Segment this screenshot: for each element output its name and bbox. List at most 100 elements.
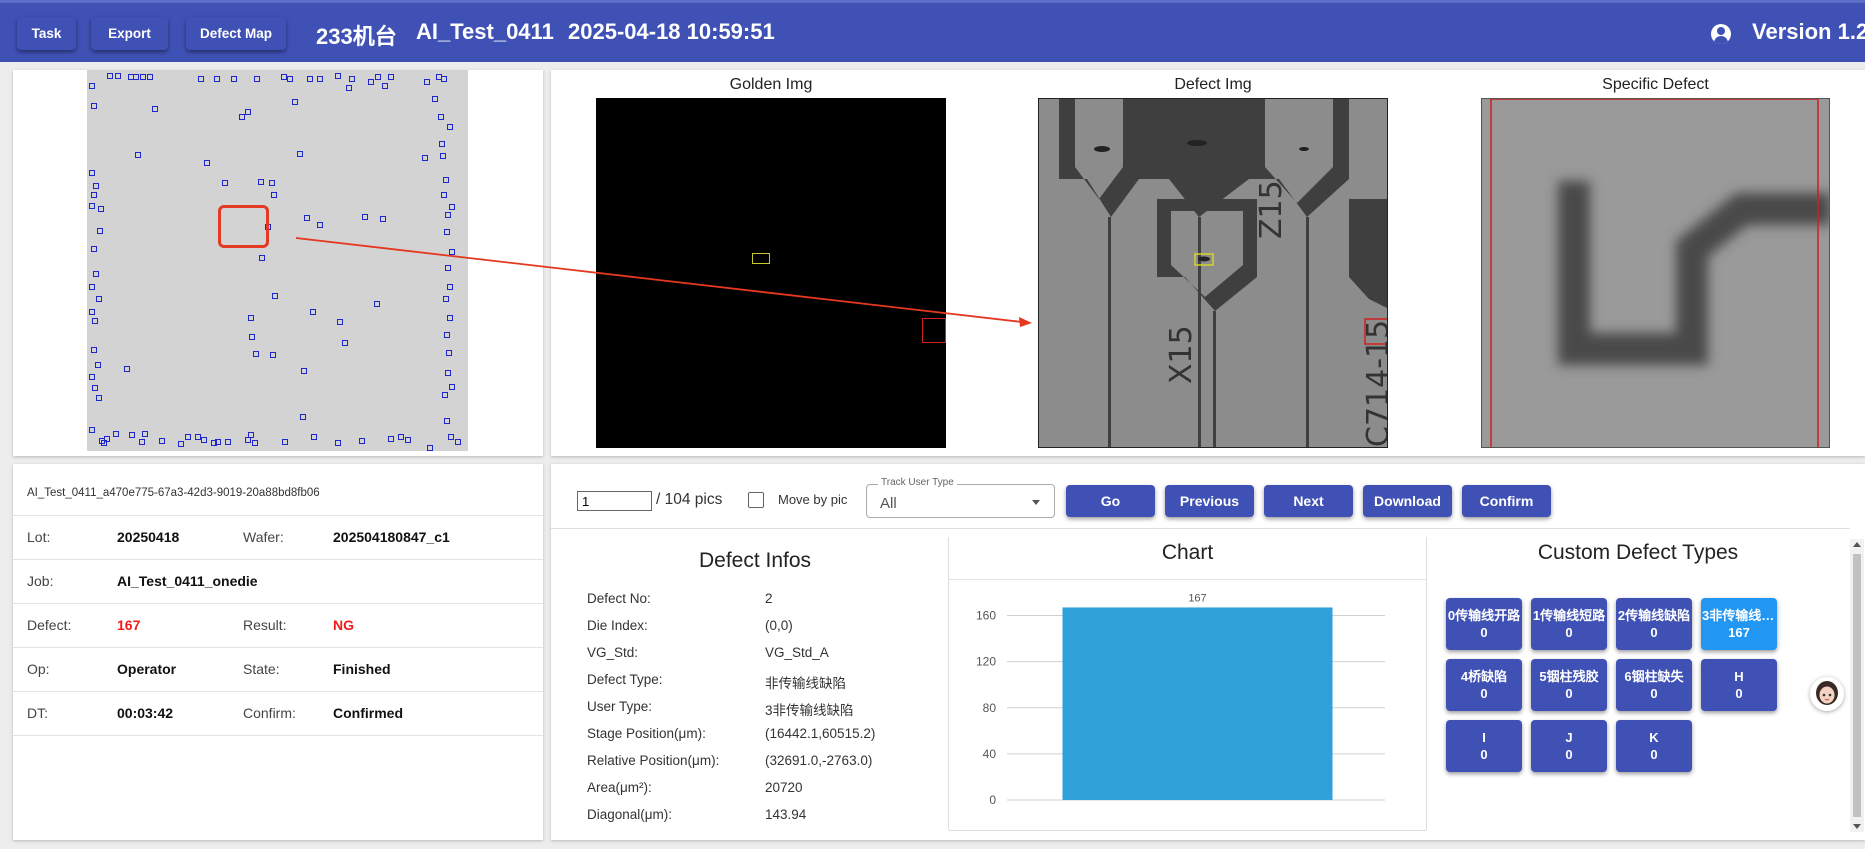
custom-type-count: 0 (1650, 686, 1658, 701)
download-button[interactable]: Download (1363, 485, 1452, 517)
defect-no-label: Defect No: (587, 591, 651, 606)
custom-type-count: 0 (1565, 747, 1573, 762)
wafer-info-card (13, 464, 543, 840)
assistant-avatar[interactable] (1810, 677, 1844, 711)
custom-type-name: 6铟柱缺失 (1624, 669, 1684, 684)
next-button[interactable]: Next (1264, 485, 1353, 517)
vg-std-value: VG_Std_A (765, 645, 829, 660)
total-pics-label: / 104 pics (656, 491, 723, 508)
custom-type-count: 0 (1735, 686, 1743, 701)
custom-type-name: 0传输线开路 (1447, 608, 1521, 623)
custom-type-button[interactable]: 2传输线缺陷 0 (1616, 598, 1692, 650)
custom-type-button[interactable]: 6铟柱缺失 0 (1616, 659, 1692, 711)
y-tick-label: 160 (976, 609, 996, 623)
custom-defect-types-title: Custom Defect Types (1537, 541, 1739, 564)
relative-position-label: Relative Position(μm): (587, 753, 720, 768)
previous-button[interactable]: Previous (1165, 485, 1254, 517)
operator-value: Operator (117, 661, 177, 677)
area-value: 20720 (765, 780, 803, 795)
confirm-status-label: Confirm: (243, 705, 296, 721)
job-label: Job: (27, 573, 54, 589)
chevron-down-icon (1032, 500, 1040, 505)
scroll-up-icon[interactable] (1853, 542, 1861, 547)
custom-type-name: I (1482, 730, 1486, 745)
defect-count-label: Defect: (27, 617, 72, 633)
confirm-button[interactable]: Confirm (1462, 485, 1551, 517)
custom-type-button[interactable]: J0 (1531, 720, 1607, 772)
divider (1426, 537, 1427, 830)
user-type-label: User Type: (587, 699, 653, 714)
custom-type-button[interactable]: 4桥缺陷 0 (1446, 659, 1522, 711)
y-tick-label: 40 (983, 747, 997, 761)
die-index-label: Die Index: (587, 618, 648, 633)
state-value: Finished (333, 661, 391, 677)
custom-type-count: 0 (1650, 747, 1658, 762)
wafer-label: Wafer: (243, 529, 284, 545)
relative-position-value: (32691.0,-2763.0) (765, 753, 873, 768)
defect-type-label: Defect Type: (587, 672, 663, 687)
chart-title: Chart (1161, 541, 1214, 564)
divider (949, 579, 1426, 580)
scrollbar-thumb[interactable] (1853, 554, 1861, 817)
result-file-id: AI_Test_0411_a470e775-67a3-42d3-9019-20a… (27, 487, 320, 499)
custom-type-count: 0 (1565, 686, 1573, 701)
area-label: Area(μm²): (587, 780, 652, 795)
divider (13, 515, 543, 516)
custom-type-name: K (1649, 730, 1659, 745)
custom-type-button[interactable]: 5铟柱残胶 0 (1531, 659, 1607, 711)
job-value: AI_Test_0411_onedie (117, 573, 258, 589)
track-user-type-legend: Track User Type (878, 477, 957, 488)
custom-type-name: J (1565, 730, 1573, 745)
diagonal-value: 143.94 (765, 807, 807, 822)
custom-type-button[interactable]: 0传输线开路 0 (1446, 598, 1522, 650)
divider (949, 830, 1426, 831)
duration-label: DT: (27, 705, 48, 721)
divider (13, 691, 543, 692)
defect-infos-title: Defect Infos (698, 549, 812, 572)
assistant-avatar-icon (1810, 677, 1844, 711)
result-value: NG (333, 617, 354, 633)
lot-label: Lot: (27, 529, 51, 545)
move-by-pic-checkbox[interactable] (748, 492, 764, 508)
custom-type-name: 1传输线短路 (1532, 608, 1606, 623)
custom-type-name: 4桥缺陷 (1460, 669, 1508, 684)
track-user-type-value: All (880, 495, 897, 512)
go-button[interactable]: Go (1066, 485, 1155, 517)
operator-label: Op: (27, 661, 50, 677)
custom-type-button[interactable]: K0 (1616, 720, 1692, 772)
custom-type-button[interactable]: H0 (1701, 659, 1777, 711)
divider (13, 559, 543, 560)
custom-type-name: H (1734, 669, 1744, 684)
custom-type-name: 3非传输线缺陷 (1702, 608, 1776, 623)
die-index-value: (0,0) (765, 618, 793, 633)
lot-value: 20250418 (117, 529, 180, 545)
custom-type-name: 5铟柱残胶 (1539, 669, 1599, 684)
confirm-status-value: Confirmed (333, 705, 403, 721)
defect-count-chart: 0 40 80 120 160 167 (976, 592, 1385, 807)
custom-type-button[interactable]: 1传输线短路 0 (1531, 598, 1607, 650)
stage-position-value: (16442.1,60515.2) (765, 726, 876, 741)
wafer-value: 202504180847_c1 (333, 529, 450, 545)
divider (13, 647, 543, 648)
y-tick-label: 120 (976, 655, 996, 669)
state-label: State: (243, 661, 280, 677)
y-tick-label: 80 (983, 701, 997, 715)
result-label: Result: (243, 617, 287, 633)
defect-type-value: 非传输线缺陷 (765, 676, 846, 691)
custom-type-button[interactable]: I0 (1446, 720, 1522, 772)
diagonal-label: Diagonal(μm): (587, 807, 673, 822)
detail-scrollbar[interactable] (1850, 539, 1864, 832)
divider (948, 537, 949, 830)
stage-position-label: Stage Position(μm): (587, 726, 706, 741)
y-tick-label: 0 (989, 793, 996, 807)
scroll-down-icon[interactable] (1853, 824, 1861, 829)
custom-type-count: 0 (1480, 625, 1488, 640)
custom-type-button[interactable]: 3非传输线缺陷 167 (1701, 598, 1777, 650)
bar-value-label: 167 (1188, 592, 1206, 604)
page-number-input[interactable] (577, 491, 652, 511)
chart-bar[interactable] (1062, 607, 1333, 800)
divider (13, 603, 543, 604)
duration-value: 00:03:42 (117, 705, 174, 721)
custom-type-count: 0 (1565, 625, 1573, 640)
custom-type-count: 0 (1480, 686, 1488, 701)
